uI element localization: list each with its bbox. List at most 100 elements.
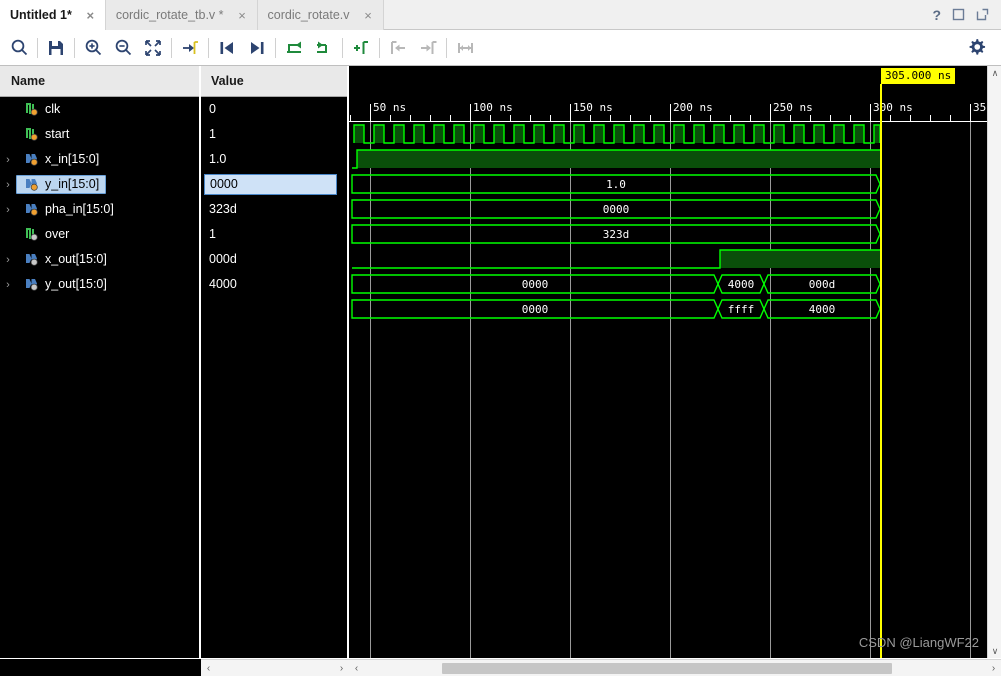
- add-marker-icon[interactable]: [346, 33, 376, 63]
- signal-value-row[interactable]: 1: [201, 122, 347, 147]
- signal-entry[interactable]: x_out[15:0]: [16, 250, 114, 269]
- waveform-panel[interactable]: 50 ns 100 ns 150 ns 200 ns 250 ns 300 ns 350 1…: [349, 66, 1001, 658]
- name-column-header-label: Name: [11, 74, 46, 88]
- value-column-header-label: Value: [211, 74, 244, 88]
- scroll-down-arrow[interactable]: ∨: [988, 644, 1001, 658]
- svg-text:ffff: ffff: [728, 303, 755, 316]
- wave-scroll-left-arrow[interactable]: ‹: [349, 661, 364, 676]
- signal-value-row[interactable]: 1.0: [201, 147, 347, 172]
- signal-value-row[interactable]: 000d: [201, 247, 347, 272]
- help-icon[interactable]: ?: [932, 7, 941, 23]
- svg-text:1.0: 1.0: [606, 178, 626, 191]
- waveform-rows: 1.0 0000 323d 0000 4000 000d 0000 ffff 4000: [349, 122, 1001, 322]
- chevron-right-icon[interactable]: ›: [0, 279, 16, 291]
- signal-entry[interactable]: pha_in[15:0]: [16, 200, 121, 219]
- waveform-row-over: [349, 247, 1001, 272]
- signal-value-row[interactable]: 0000: [201, 172, 347, 197]
- signal-value-label: 4000: [209, 277, 237, 291]
- signal-entry[interactable]: x_in[15:0]: [16, 150, 106, 169]
- close-icon[interactable]: ×: [236, 8, 249, 23]
- name-panel-bottom-strip: [0, 659, 201, 676]
- toolbar-separator: [446, 37, 447, 58]
- signal-entry[interactable]: y_in[15:0]: [16, 175, 107, 194]
- toolbar: [0, 30, 1001, 66]
- wave-scroll-thumb[interactable]: [442, 662, 892, 674]
- ruler-label: 300 ns: [873, 101, 913, 114]
- wave-scroll-right-arrow[interactable]: ›: [986, 661, 1001, 676]
- signal-entry[interactable]: start: [16, 125, 76, 144]
- first-transition-icon[interactable]: [212, 33, 242, 63]
- maximize-icon[interactable]: [952, 8, 965, 21]
- prev-transition-icon[interactable]: [279, 33, 309, 63]
- value-panel: Value 0 1 1.0 0000 323d 1 000d 4000: [201, 66, 347, 658]
- wave-bus-icon: [21, 202, 43, 216]
- svg-text:0000: 0000: [522, 303, 549, 316]
- close-icon[interactable]: ×: [362, 8, 375, 23]
- save-icon[interactable]: [41, 33, 71, 63]
- signal-value-label: 323d: [209, 202, 237, 216]
- signal-name-label: start: [45, 127, 70, 141]
- signal-row-over[interactable]: ›over: [0, 222, 199, 247]
- detach-icon[interactable]: [976, 8, 989, 21]
- zoom-out-icon[interactable]: [108, 33, 138, 63]
- signal-name-list: ›clk›start›x_in[15:0]›y_in[15:0]›pha_in[…: [0, 97, 199, 297]
- chevron-right-icon[interactable]: ›: [0, 254, 16, 266]
- signal-value-label: 1.0: [209, 152, 227, 166]
- gear-icon[interactable]: [961, 33, 991, 63]
- search-icon[interactable]: [4, 33, 34, 63]
- measure-icon[interactable]: [450, 33, 480, 63]
- wave-bit-icon: [21, 227, 43, 241]
- signal-value-row[interactable]: 0: [201, 97, 347, 122]
- tab-0[interactable]: Untitled 1* ×: [0, 0, 106, 30]
- toolbar-separator: [171, 37, 172, 58]
- tab-bar: Untitled 1* × cordic_rotate_tb.v * × cordic_…: [0, 0, 1001, 30]
- last-transition-icon[interactable]: [242, 33, 272, 63]
- cursor-line[interactable]: [880, 84, 882, 658]
- signal-row-clk[interactable]: ›clk: [0, 97, 199, 122]
- wave-bus-icon: [21, 252, 43, 266]
- signal-value-row[interactable]: 4000: [201, 272, 347, 297]
- value-scroll-left-arrow[interactable]: ‹: [201, 661, 216, 676]
- value-horizontal-scrollbar[interactable]: ‹ ›: [201, 659, 349, 676]
- signal-value-label: 0: [209, 102, 216, 116]
- signal-row-y_out150[interactable]: › y_out[15:0]: [0, 272, 199, 297]
- signal-row-x_out150[interactable]: › x_out[15:0]: [0, 247, 199, 272]
- tab-2[interactable]: cordic_rotate.v ×: [257, 0, 384, 30]
- tab-1[interactable]: cordic_rotate_tb.v * ×: [105, 0, 258, 30]
- wave-bit-icon: [21, 127, 43, 141]
- zoom-fit-icon[interactable]: [138, 33, 168, 63]
- wave-scroll-track[interactable]: [364, 660, 986, 676]
- chevron-right-icon[interactable]: ›: [0, 154, 16, 166]
- signal-entry[interactable]: y_out[15:0]: [16, 275, 114, 294]
- goto-time-icon[interactable]: [175, 33, 205, 63]
- signal-value-row[interactable]: 323d: [201, 197, 347, 222]
- signal-name-label: clk: [45, 102, 61, 116]
- signal-name-label: x_out[15:0]: [45, 252, 107, 266]
- signal-value-row[interactable]: 1: [201, 222, 347, 247]
- tab-label: Untitled 1*: [10, 8, 72, 22]
- waveform-horizontal-scrollbar[interactable]: ‹ ›: [349, 659, 1001, 676]
- vertical-scrollbar[interactable]: ∧ ∨: [987, 66, 1001, 658]
- signal-entry[interactable]: clk: [16, 100, 67, 119]
- signal-row-pha_in150[interactable]: › pha_in[15:0]: [0, 197, 199, 222]
- signal-row-x_in150[interactable]: › x_in[15:0]: [0, 147, 199, 172]
- next-marker-icon[interactable]: [413, 33, 443, 63]
- signal-value-label: 0000: [204, 174, 337, 195]
- chevron-right-icon[interactable]: ›: [0, 179, 16, 191]
- next-transition-icon[interactable]: [309, 33, 339, 63]
- signal-row-y_in150[interactable]: › y_in[15:0]: [0, 172, 199, 197]
- signal-entry[interactable]: over: [16, 225, 76, 244]
- value-scroll-track[interactable]: [216, 660, 334, 676]
- toolbar-separator: [342, 37, 343, 58]
- value-scroll-right-arrow[interactable]: ›: [334, 661, 349, 676]
- zoom-in-icon[interactable]: [78, 33, 108, 63]
- tab-bar-spacer: [384, 0, 921, 29]
- close-icon[interactable]: ×: [84, 8, 97, 23]
- chevron-right-icon[interactable]: ›: [0, 204, 16, 216]
- wave-bus-icon: [21, 277, 43, 291]
- svg-text:323d: 323d: [603, 228, 630, 241]
- signal-row-start[interactable]: ›start: [0, 122, 199, 147]
- scroll-up-arrow[interactable]: ∧: [988, 66, 1001, 80]
- waveform-row-clk: [349, 122, 1001, 147]
- prev-marker-icon[interactable]: [383, 33, 413, 63]
